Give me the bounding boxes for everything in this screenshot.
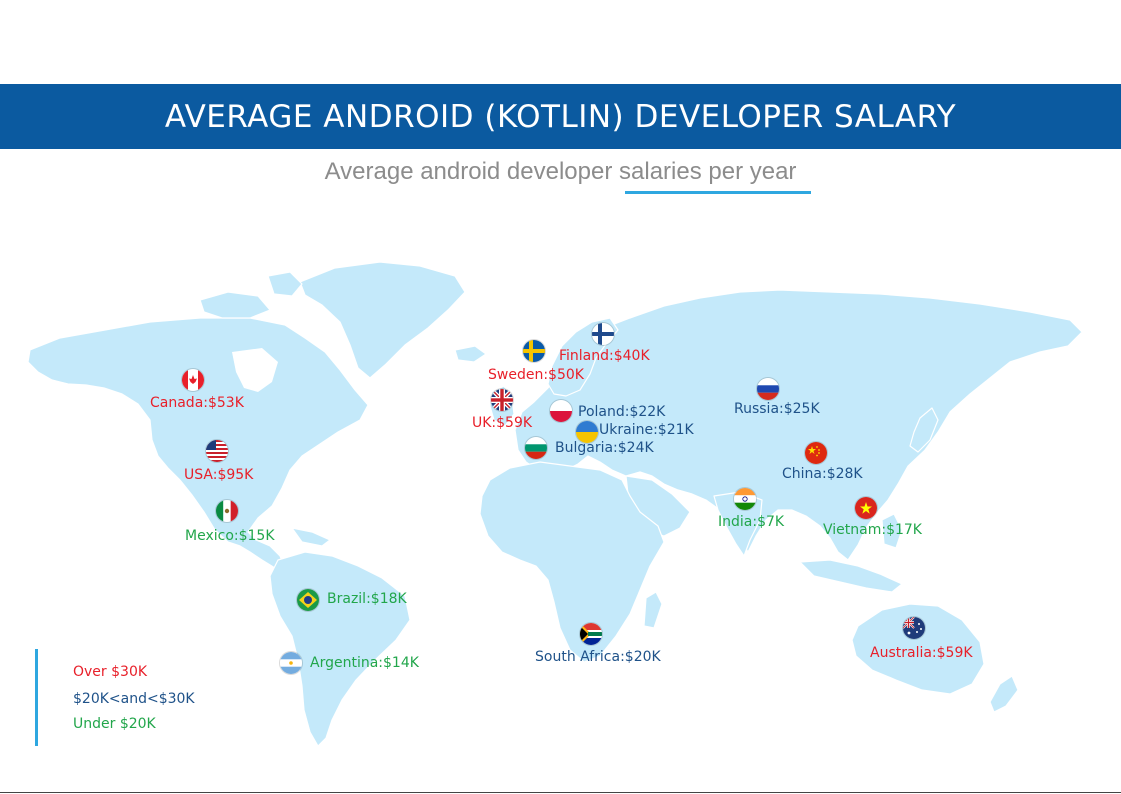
vietnam-label: Vietnam:$17K [823, 522, 922, 538]
brazil-flag-icon [297, 589, 319, 611]
brazil-label: Brazil:$18K [327, 591, 407, 607]
arctic-islands-land-2 [267, 271, 303, 297]
usa-label: USA:$95K [184, 467, 254, 483]
finland-flag-icon [592, 323, 614, 345]
ukraine-label: Ukraine:$21K [599, 422, 694, 438]
arctic-islands-land [199, 291, 271, 319]
sweden-label: Sweden:$50K [488, 367, 584, 383]
madagascar-land [643, 591, 663, 629]
poland-flag-icon [550, 400, 572, 422]
russia-flag-icon [757, 378, 779, 400]
bottom-divider [0, 792, 1121, 793]
canada-flag-icon [182, 369, 204, 391]
legend-over-30k: Over $30K [73, 664, 148, 680]
bulgaria-flag-icon [525, 437, 547, 459]
usa-flag-icon [206, 440, 228, 462]
south-africa-label: South Africa:$20K [535, 649, 661, 665]
uk-label: UK:$59K [472, 415, 533, 431]
poland-label: Poland:$22K [578, 404, 666, 420]
legend-bar [35, 649, 38, 746]
finland-label: Finland:$40K [559, 348, 650, 364]
vietnam-flag-icon [855, 497, 877, 519]
india-flag-icon [734, 488, 756, 510]
caribbean-land [291, 527, 331, 547]
canada-label: Canada:$53K [150, 395, 244, 411]
china-label: China:$28K [782, 466, 863, 482]
mexico-label: Mexico:$15K [185, 528, 275, 544]
australia-label: Australia:$59K [870, 645, 973, 661]
uk-flag-icon [491, 389, 513, 411]
new-zealand-land [989, 675, 1019, 713]
russia-label: Russia:$25K [734, 401, 820, 417]
indonesia-land [799, 559, 903, 593]
argentina-flag-icon [280, 652, 302, 674]
sweden-flag-icon [523, 340, 545, 362]
legend-20k-30k: $20K<and<$30K [73, 691, 195, 707]
china-flag-icon [805, 442, 827, 464]
south-africa-flag-icon [580, 623, 602, 645]
legend-under-20k: Under $20K [73, 716, 156, 732]
india-label: India:$7K [718, 514, 785, 530]
south-america-land [269, 551, 411, 747]
bulgaria-label: Bulgaria:$24K [555, 440, 654, 456]
argentina-label: Argentina:$14K [310, 655, 419, 671]
iceland-land [454, 345, 487, 363]
mexico-flag-icon [216, 500, 238, 522]
australia-flag-icon [903, 617, 925, 639]
